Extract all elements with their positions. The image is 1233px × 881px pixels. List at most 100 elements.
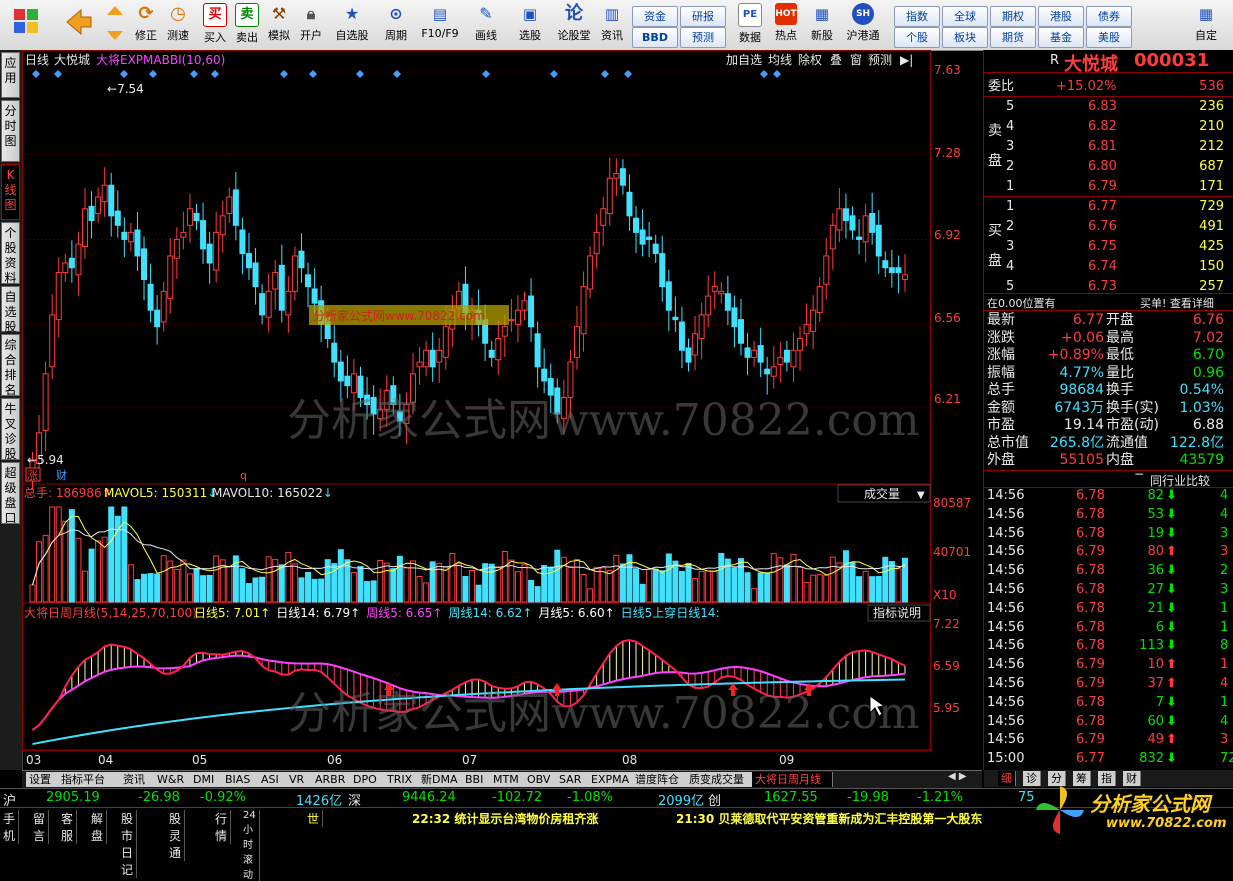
forum-button[interactable]: 论论股堂 <box>554 3 594 47</box>
ask-row[interactable]: 2 6.80 687 <box>984 157 1224 176</box>
quick-link[interactable]: 解盘 <box>91 810 108 844</box>
event-diamond-marker[interactable] <box>601 70 609 78</box>
quick-link[interactable]: 行情 <box>215 810 232 844</box>
forecast-button[interactable]: 预测 <box>680 27 726 48</box>
news-item-1[interactable]: 22:32 统计显示台湾物价房租齐涨 <box>412 810 598 827</box>
tab-apps[interactable]: 应用 <box>1 52 20 98</box>
watchlist-button[interactable]: ★ 自选股 <box>332 3 372 47</box>
f10-button[interactable]: ▤ F10/F9 <box>418 3 462 47</box>
hot-button[interactable]: HOT 热点 <box>770 3 802 47</box>
news-button[interactable]: ▥ 资讯 <box>596 3 628 47</box>
indicator-tab[interactable]: W&R <box>154 772 191 787</box>
quick-link[interactable]: 留言 <box>33 810 50 844</box>
ask-row[interactable]: 1 6.79 171 <box>984 177 1224 196</box>
event-diamond-marker[interactable] <box>280 70 288 78</box>
draw-line-button[interactable]: ✎ 画线 <box>466 3 506 47</box>
page-up-button[interactable] <box>104 3 126 47</box>
futures-button[interactable]: 期货 <box>990 27 1036 48</box>
indicator-tab[interactable]: 资讯 <box>120 772 155 787</box>
indicator-tab[interactable]: 大将日周月线 <box>752 772 833 787</box>
hk-connect-button[interactable]: SH 沪港通 <box>842 3 884 47</box>
collapse-icon[interactable]: − <box>1134 467 1144 481</box>
bbd-button[interactable]: BBD <box>632 27 678 48</box>
indicator-tab[interactable]: EXPMA <box>588 772 633 787</box>
tab-kline[interactable]: K线图 <box>1 164 20 220</box>
event-diamond-marker[interactable] <box>120 70 128 78</box>
finance-flag-label[interactable]: 财 <box>56 468 67 482</box>
indicator-tab[interactable]: SAR <box>556 772 589 787</box>
indicator-tab[interactable]: DPO <box>350 772 385 787</box>
quick-link[interactable]: 股市日记 <box>121 810 138 878</box>
indicator-tab[interactable]: MTM <box>490 772 525 787</box>
event-diamond-marker[interactable] <box>773 70 781 78</box>
event-diamond-marker[interactable] <box>190 70 198 78</box>
buy-detail-link[interactable]: 买单! 查看详细 <box>1140 295 1214 311</box>
expand-arrow-icon[interactable]: ▶| <box>900 53 913 67</box>
sell-button[interactable]: 卖卖出 <box>232 3 262 47</box>
event-diamond-marker[interactable] <box>309 70 317 78</box>
fix-button[interactable]: ⟳ 修正 <box>130 3 162 47</box>
q-flag-label[interactable]: q <box>240 469 247 482</box>
tab-intraday[interactable]: 分时图 <box>1 100 20 162</box>
kline-chart-area[interactable]: 7.63 7.28 6.92 6.56 6.21 日线 大悦城 大将EXPMAB… <box>22 50 983 770</box>
bonds-button[interactable]: 债券 <box>1086 6 1132 27</box>
overlay-button[interactable]: 叠 <box>830 53 842 67</box>
ex-rights-button[interactable]: 除权 <box>798 52 822 67</box>
speed-test-button[interactable]: ◷ 测速 <box>162 3 194 47</box>
bid-row[interactable]: 3 6.75 425 <box>984 237 1224 256</box>
indicator-tab[interactable]: TRIX <box>384 772 419 787</box>
stock-picker-button[interactable]: ▣ 选股 <box>510 3 550 47</box>
event-diamond-marker[interactable] <box>32 70 40 78</box>
indicator-tab[interactable]: ASI <box>258 772 287 787</box>
quick-link[interactable]: 24小时滚动 <box>243 810 260 881</box>
indicator-tab[interactable]: BBI <box>462 772 491 787</box>
event-diamond-marker[interactable] <box>550 70 558 78</box>
event-diamond-marker[interactable] <box>54 70 62 78</box>
quick-link[interactable]: 世 <box>307 810 324 827</box>
indicator-tab[interactable]: 指标平台 <box>58 772 121 787</box>
indicator-tab[interactable]: DMI <box>190 772 223 787</box>
indicator-tab[interactable]: OBV <box>524 772 557 787</box>
news-item-2[interactable]: 21:30 贝莱德取代平安资管重新成为汇丰控股第一大股东 <box>676 810 982 827</box>
tab-scroll-arrows[interactable]: ◀ ▶ <box>948 771 967 782</box>
tab-profile[interactable]: 个股资料 <box>1 222 20 285</box>
tab-watchlist[interactable]: 自选股 <box>1 286 20 334</box>
event-diamond-marker[interactable] <box>760 70 768 78</box>
index-button[interactable]: 指数 <box>894 6 940 27</box>
data-button[interactable]: PE 数据 <box>734 3 766 47</box>
buy-button[interactable]: 买买入 <box>200 3 230 47</box>
ask-row[interactable]: 3 6.81 212 <box>984 137 1224 156</box>
ask-row[interactable]: 4 6.82 210 <box>984 117 1224 136</box>
ask-row[interactable]: 5 6.83 236 <box>984 97 1224 116</box>
research-button[interactable]: 研报 <box>680 6 726 27</box>
forecast-chart-button[interactable]: 预测 <box>868 53 892 67</box>
tab-diagnosis[interactable]: 牛叉诊股 <box>1 398 20 461</box>
stocks-button[interactable]: 个股 <box>894 27 940 48</box>
ipo-button[interactable]: ▦ 新股 <box>806 3 838 47</box>
indicator-tab[interactable]: ARBR <box>312 772 351 787</box>
indicator-tab[interactable]: VR <box>286 772 313 787</box>
period-button[interactable]: ⊙ 周期 <box>378 3 414 47</box>
bid-row[interactable]: 1 6.77 729 <box>984 197 1224 216</box>
simulate-button[interactable]: ⚒ 模拟 <box>264 3 294 47</box>
add-watch-button[interactable]: 加自选 <box>726 53 762 67</box>
back-button[interactable] <box>58 3 98 47</box>
quick-link[interactable]: 股灵通 <box>169 810 186 861</box>
app-logo[interactable] <box>6 3 46 47</box>
bid-row[interactable]: 2 6.76 491 <box>984 217 1224 236</box>
customize-button[interactable]: ▦ 自定 <box>1186 3 1226 47</box>
indicator-tab[interactable]: 质变成交量 <box>686 772 753 787</box>
panel-tab[interactable]: 细 <box>998 771 1016 786</box>
tab-ranking[interactable]: 综合排名 <box>1 334 20 397</box>
indicator-tab[interactable]: 谱度阵仓 <box>632 772 687 787</box>
ma-button[interactable]: 均线 <box>768 53 792 67</box>
sector-button[interactable]: 板块 <box>942 27 988 48</box>
quick-link[interactable]: 客服 <box>61 810 78 844</box>
event-diamond-marker[interactable] <box>149 70 157 78</box>
window-button[interactable]: 窗 <box>850 53 862 67</box>
us-stocks-button[interactable]: 美股 <box>1086 27 1132 48</box>
hk-stocks-button[interactable]: 港股 <box>1038 6 1084 27</box>
event-diamond-marker[interactable] <box>393 70 401 78</box>
capital-button[interactable]: 资金 <box>632 6 678 27</box>
global-button[interactable]: 全球 <box>942 6 988 27</box>
